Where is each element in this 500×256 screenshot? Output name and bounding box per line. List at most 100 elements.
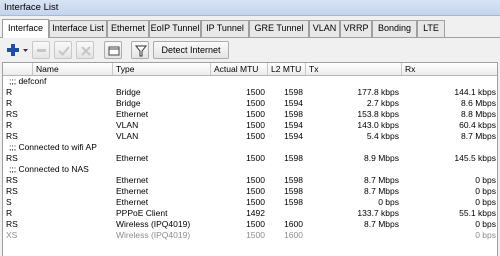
- tx-cell: 0 bps: [378, 197, 399, 207]
- comment-text: ;;; defconf: [9, 76, 47, 86]
- l2mtu-cell: 1598: [284, 175, 303, 185]
- table-row[interactable]: RunifiPPPoE Client1492133.7 kbps55.1 kbp…: [3, 208, 497, 219]
- toolbar: Detect Internet: [0, 38, 500, 62]
- type-cell: Bridge: [116, 87, 141, 97]
- table-row[interactable]: Rvlan500_hsiVLAN15001594143.0 kbps60.4 k…: [3, 120, 497, 131]
- l2mtu-cell: 1600: [284, 219, 303, 229]
- type-cell: VLAN: [116, 120, 139, 130]
- column-header-type[interactable]: Type: [113, 63, 211, 75]
- table-row[interactable]: RSvlan600_iptvVLAN150015945.4 kbps8.7 Mb…: [3, 131, 497, 142]
- tab-bonding[interactable]: Bonding: [372, 20, 417, 37]
- add-button[interactable]: [4, 41, 30, 59]
- mtu-cell: 1500: [246, 153, 265, 163]
- l2mtu-cell: 1598: [284, 197, 303, 207]
- disable-button[interactable]: [76, 41, 94, 59]
- tx-cell: 8.7 Mbps: [364, 186, 399, 196]
- mtu-cell: 1492: [246, 208, 265, 218]
- rx-cell: 0 bps: [475, 197, 496, 207]
- tab-eoip-tunnel[interactable]: EoIP Tunnel: [149, 20, 201, 37]
- tx-cell: 5.4 kbps: [366, 131, 399, 141]
- table-row[interactable]: RSether1Ethernet15001598153.8 kbps8.8 Mb…: [3, 109, 497, 120]
- tab-lte[interactable]: LTE: [417, 20, 445, 37]
- flag-cell: R: [6, 98, 13, 108]
- tab-vrrp[interactable]: VRRP: [340, 20, 372, 37]
- type-cell: Bridge: [116, 98, 141, 108]
- rx-cell: 8.7 Mbps: [461, 131, 496, 141]
- tx-cell: 153.8 kbps: [357, 109, 399, 119]
- type-cell: Wireless (IPQ4019): [116, 219, 191, 229]
- enable-button[interactable]: [54, 41, 72, 59]
- l2mtu-cell: 1598: [284, 186, 303, 196]
- tab-ethernet[interactable]: Ethernet: [107, 20, 149, 37]
- tab-interface-list[interactable]: Interface List: [49, 20, 107, 37]
- l2mtu-cell: 1598: [284, 87, 303, 97]
- type-cell: Ethernet: [116, 153, 149, 163]
- tx-cell: 8.7 Mbps: [364, 219, 399, 229]
- tab-vlan[interactable]: VLAN: [309, 20, 340, 37]
- type-cell: VLAN: [116, 131, 139, 141]
- filter-icon: [134, 45, 148, 57]
- type-cell: Ethernet: [116, 109, 149, 119]
- interface-table: Name Type Actual MTU L2 MTU Tx Rx ;;; defconf…: [2, 62, 498, 256]
- comment-button[interactable]: [104, 41, 122, 59]
- flag-cell: RS: [6, 109, 18, 119]
- tab-ip-tunnel[interactable]: IP Tunnel: [201, 20, 249, 37]
- rx-cell: 0 bps: [475, 219, 496, 229]
- l2mtu-cell: 1600: [284, 230, 303, 240]
- column-header-flags[interactable]: [3, 63, 33, 75]
- table-row[interactable]: RSether3Ethernet150015988.7 Mbps0 bps: [3, 175, 497, 186]
- detect-internet-button[interactable]: Detect Internet: [153, 41, 229, 59]
- mtu-cell: 1500: [246, 109, 265, 119]
- column-header-name[interactable]: Name: [33, 63, 113, 75]
- rx-cell: 144.1 kbps: [454, 87, 496, 97]
- type-cell: Ethernet: [116, 197, 149, 207]
- l2mtu-cell: 1598: [284, 109, 303, 119]
- mtu-cell: 1500: [246, 87, 265, 97]
- table-row[interactable]: XSwlan2Wireless (IPQ4019)150016000 bps: [3, 230, 497, 241]
- rx-cell: 8.8 Mbps: [461, 109, 496, 119]
- flag-cell: RS: [6, 153, 18, 163]
- window-titlebar: Interface List: [0, 0, 500, 16]
- flag-cell: XS: [6, 230, 18, 240]
- column-header-rx[interactable]: Rx: [402, 63, 497, 75]
- mtu-cell: 1500: [246, 98, 265, 108]
- comment-row[interactable]: ;;; Connected to NAS: [3, 164, 497, 175]
- table-row[interactable]: RbridgeLocalBridge15001598177.8 kbps144.…: [3, 87, 497, 98]
- mtu-cell: 1500: [246, 131, 265, 141]
- mtu-cell: 1500: [246, 230, 265, 240]
- tab-gre-tunnel[interactable]: GRE Tunnel: [249, 20, 309, 37]
- table-row[interactable]: RSether2Ethernet150015988.9 Mbps145.5 kb…: [3, 153, 497, 164]
- table-row[interactable]: RSether4Ethernet150015988.7 Mbps0 bps: [3, 186, 497, 197]
- rx-cell: 60.4 kbps: [459, 120, 496, 130]
- tx-cell: 8.9 Mbps: [364, 153, 399, 163]
- rx-cell: 0 bps: [475, 175, 496, 185]
- table-row[interactable]: Sether5Ethernet150015980 bps0 bps: [3, 197, 497, 208]
- comment-text: ;;; Connected to wifi AP: [9, 142, 97, 152]
- l2mtu-cell: 1598: [284, 153, 303, 163]
- disable-icon: [81, 46, 91, 56]
- flag-cell: R: [6, 87, 13, 97]
- l2mtu-cell: 1594: [284, 120, 303, 130]
- tx-cell: 143.0 kbps: [357, 120, 399, 130]
- tab-interface[interactable]: Interface: [2, 19, 49, 38]
- filter-button[interactable]: [131, 41, 149, 59]
- mtu-cell: 1500: [246, 197, 265, 207]
- table-row[interactable]: Rbridge_iptvBridge150015942.7 kbps8.6 Mb…: [3, 98, 497, 109]
- column-header-actual-mtu[interactable]: Actual MTU: [211, 63, 268, 75]
- flag-cell: R: [6, 208, 13, 218]
- rx-cell: 0 bps: [475, 230, 496, 240]
- mtu-cell: 1500: [246, 219, 265, 229]
- comment-row[interactable]: ;;; Connected to wifi AP: [3, 142, 497, 153]
- column-header-tx[interactable]: Tx: [306, 63, 402, 75]
- mtu-cell: 1500: [246, 120, 265, 130]
- enable-icon: [58, 46, 70, 56]
- flag-cell: S: [6, 197, 12, 207]
- column-header-l2-mtu[interactable]: L2 MTU: [268, 63, 306, 75]
- type-cell: Ethernet: [116, 175, 149, 185]
- remove-icon: [37, 49, 46, 52]
- comment-row[interactable]: ;;; defconf: [3, 76, 497, 87]
- rx-cell: 145.5 kbps: [454, 153, 496, 163]
- detect-internet-label: Detect Internet: [161, 45, 221, 55]
- table-row[interactable]: RSwlan1Wireless (IPQ4019)150016008.7 Mbp…: [3, 219, 497, 230]
- remove-button[interactable]: [32, 41, 50, 59]
